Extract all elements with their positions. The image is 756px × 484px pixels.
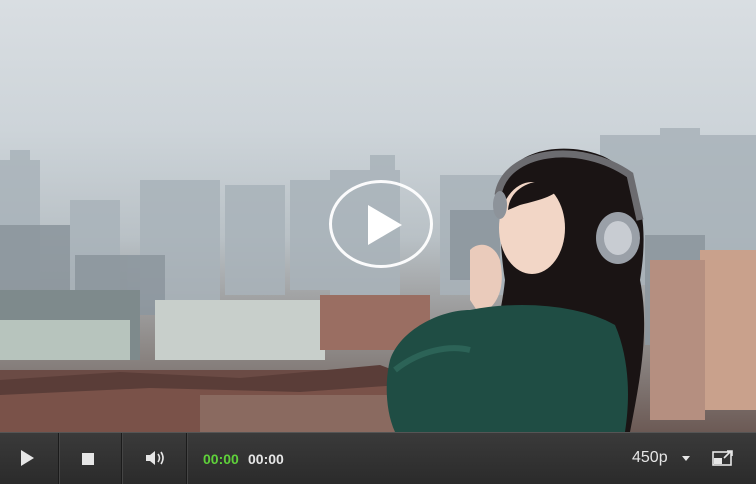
quality-selector[interactable]: 450p <box>632 449 668 467</box>
current-time: 00:00 <box>203 451 239 467</box>
total-time: 00:00 <box>248 451 284 467</box>
fullscreen-icon[interactable] <box>712 449 734 467</box>
play-icon <box>21 450 34 466</box>
big-play-button[interactable] <box>329 180 433 268</box>
video-frame[interactable] <box>0 0 756 432</box>
stop-icon <box>82 453 94 465</box>
stop-button[interactable] <box>59 433 121 484</box>
control-bar: 00:00 00:00 450p <box>0 432 756 484</box>
chevron-down-icon[interactable] <box>682 456 690 461</box>
volume-icon <box>146 451 164 465</box>
play-icon <box>368 205 402 245</box>
play-button[interactable] <box>0 433 58 484</box>
volume-button[interactable] <box>122 433 186 484</box>
divider <box>186 433 187 484</box>
video-player: 00:00 00:00 450p <box>0 0 756 484</box>
